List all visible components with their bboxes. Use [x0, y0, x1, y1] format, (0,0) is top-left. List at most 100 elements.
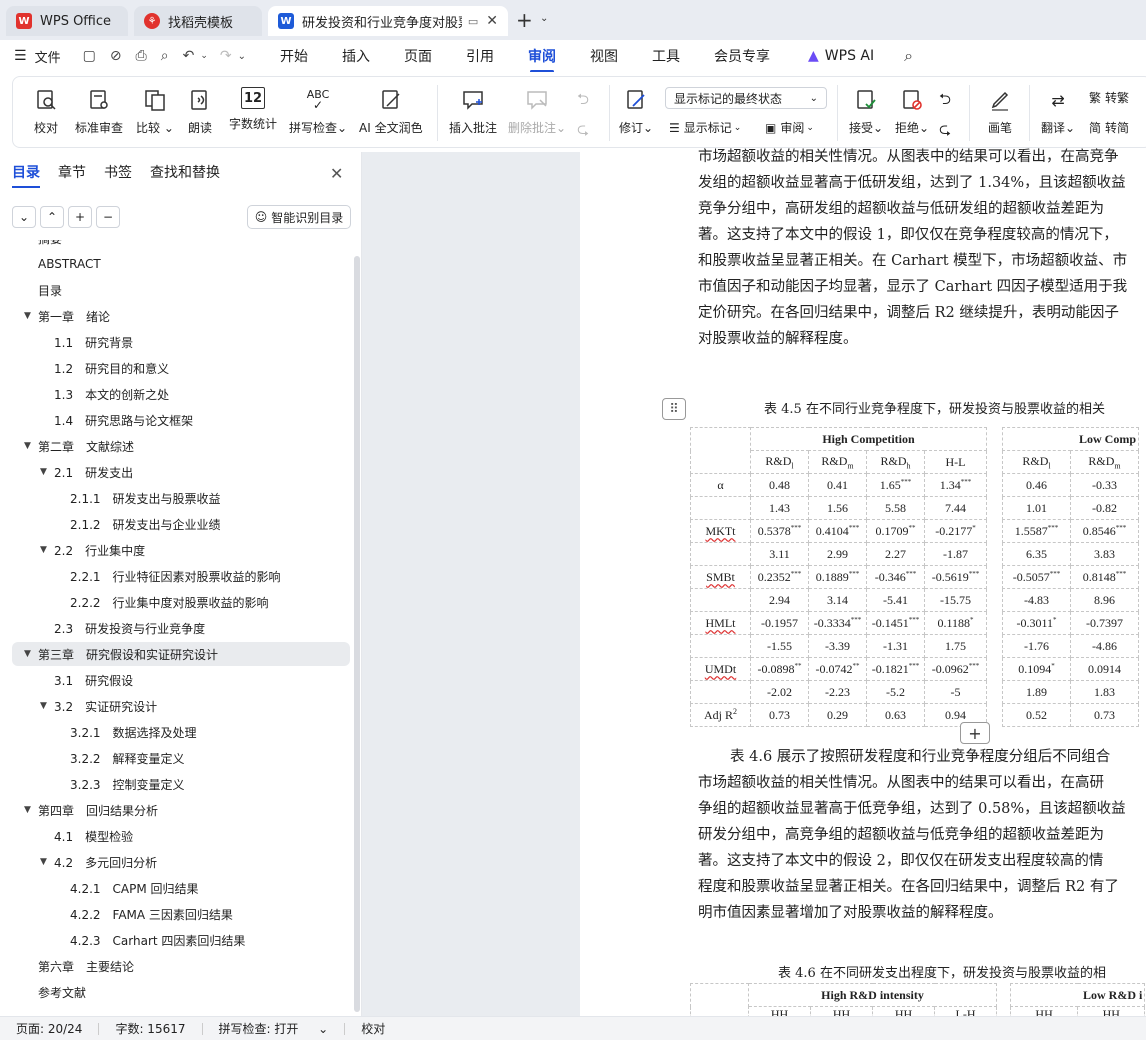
- outline-item[interactable]: 1.1 研究背景: [12, 330, 133, 354]
- tab-find-replace[interactable]: 查找和替换: [150, 162, 220, 182]
- expand-arrow-icon[interactable]: ▼: [24, 441, 38, 451]
- outline-item[interactable]: 3.1 研究假设: [12, 668, 133, 692]
- outline-item[interactable]: 4.2.3 Carhart 四因素回归结果: [12, 928, 245, 952]
- outline-item[interactable]: ▼ 3.2 实证研究设计: [12, 694, 157, 718]
- print-icon[interactable]: ⎙: [136, 48, 147, 64]
- tab-list-chevron-icon[interactable]: ⌄: [540, 13, 548, 24]
- next-change-icon[interactable]: ⮎: [939, 119, 951, 144]
- review-pane-button[interactable]: ▣ 审阅 ⌄: [765, 119, 814, 136]
- more-chevron-icon[interactable]: ⌄: [238, 51, 246, 62]
- show-markup-button[interactable]: ☰ 显示标记 ⌄: [669, 119, 741, 136]
- to-traditional-button[interactable]: 繁 转繁: [1089, 89, 1129, 106]
- outline-item[interactable]: 目录: [12, 278, 62, 302]
- accept-button[interactable]: 接受⌄: [849, 87, 883, 136]
- reject-button[interactable]: 拒绝⌄: [895, 87, 929, 136]
- outline-item[interactable]: ▼ 第一章 绪论: [12, 304, 110, 328]
- outline-item[interactable]: ▼ 4.2 多元回归分析: [12, 850, 157, 874]
- close-icon[interactable]: ✕: [330, 164, 343, 183]
- outline-item[interactable]: 2.2.1 行业特征因素对股票收益的影响: [12, 564, 281, 588]
- translate-button[interactable]: ⇄ 翻译⌄: [1041, 87, 1075, 136]
- proofread-button[interactable]: 校对: [33, 87, 59, 136]
- tab-toc[interactable]: 目录: [12, 162, 40, 188]
- print-preview-icon[interactable]: ⌕: [161, 48, 169, 64]
- read-aloud-button[interactable]: 朗读: [187, 87, 213, 136]
- expand-arrow-icon[interactable]: ▼: [24, 649, 38, 659]
- outline-item[interactable]: ▼ 2.2 行业集中度: [12, 538, 145, 562]
- tab-wps-office[interactable]: W WPS Office: [6, 6, 128, 36]
- outline-item[interactable]: ▼ 2.1 研发支出: [12, 460, 133, 484]
- outline-item[interactable]: 3.2.3 控制变量定义: [12, 772, 185, 796]
- expand-arrow-icon[interactable]: ▼: [24, 805, 38, 815]
- outline-scrollbar[interactable]: [354, 256, 360, 1012]
- outline-item[interactable]: 2.3 研发投资与行业竞争度: [12, 616, 205, 640]
- undo-chevron-icon[interactable]: ⌄: [200, 51, 208, 61]
- word-count-indicator[interactable]: 字数: 15617: [115, 1020, 185, 1037]
- outline-item[interactable]: 2.2.2 行业集中度对股票收益的影响: [12, 590, 269, 614]
- outline-item[interactable]: 2.1.1 研发支出与股票收益: [12, 486, 221, 510]
- to-simplified-button[interactable]: 简 转简: [1089, 119, 1129, 136]
- expand-arrow-icon[interactable]: ▼: [40, 701, 54, 711]
- outline-item[interactable]: ▼ 第二章 文献综述: [12, 434, 134, 458]
- outline-item[interactable]: 3.2.2 解释变量定义: [12, 746, 185, 770]
- proofread-indicator[interactable]: 校对: [361, 1020, 385, 1037]
- new-tab-icon[interactable]: +: [516, 8, 533, 32]
- expand-arrow-icon[interactable]: ▼: [40, 467, 54, 477]
- outline-item[interactable]: 第六章 主要结论: [12, 954, 134, 978]
- revise-button[interactable]: 修订⌄: [619, 87, 653, 136]
- menu-view[interactable]: 视图: [590, 46, 618, 66]
- monitor-icon[interactable]: ▭: [468, 15, 478, 28]
- menu-review[interactable]: 审阅: [528, 46, 556, 73]
- menu-page[interactable]: 页面: [404, 46, 432, 66]
- table-add-row-icon[interactable]: +: [960, 722, 990, 744]
- menu-reference[interactable]: 引用: [466, 46, 494, 66]
- word-count-button[interactable]: 12 字数统计: [229, 87, 277, 132]
- outline-item[interactable]: 1.4 研究思路与论文框架: [12, 408, 193, 432]
- undo-icon[interactable]: ↶: [183, 48, 195, 64]
- remove-icon[interactable]: −: [96, 206, 120, 228]
- tab-bookmark[interactable]: 书签: [104, 162, 132, 182]
- wps-ai-button[interactable]: ▲ WPS AI: [808, 48, 874, 64]
- pen-button[interactable]: 画笔: [987, 87, 1013, 136]
- tab-chapter[interactable]: 章节: [58, 162, 86, 182]
- menu-start[interactable]: 开始: [280, 46, 308, 66]
- outline-item[interactable]: 2.1.2 研发支出与企业业绩: [12, 512, 221, 536]
- markup-state-select[interactable]: 显示标记的最终状态 ⌄: [665, 87, 827, 109]
- file-menu[interactable]: 文件: [35, 47, 61, 66]
- outline-item[interactable]: 参考文献: [12, 980, 86, 1004]
- outline-item[interactable]: ▼ 第三章 研究假设和实证研究设计: [12, 642, 350, 666]
- add-icon[interactable]: +: [68, 206, 92, 228]
- tab-document[interactable]: W 研发投资和行业竞争度对股票 ▭ ✕: [268, 6, 508, 36]
- outline-item[interactable]: 1.2 研究目的和意义: [12, 356, 169, 380]
- ai-polish-button[interactable]: AI 全文润色: [359, 87, 423, 136]
- close-tab-icon[interactable]: ✕: [486, 13, 498, 29]
- outline-item[interactable]: 3.2.1 数据选择及处理: [12, 720, 197, 744]
- link-icon[interactable]: ⊘: [110, 48, 122, 64]
- insert-comment-button[interactable]: 插入批注: [449, 87, 497, 136]
- menu-insert[interactable]: 插入: [342, 46, 370, 66]
- hamburger-icon[interactable]: ☰: [14, 48, 27, 64]
- outline-item[interactable]: ▼ 第四章 回归结果分析: [12, 798, 158, 822]
- smart-toc-button[interactable]: ☺ 智能识别目录: [247, 205, 351, 229]
- expand-arrow-icon[interactable]: ▼: [40, 545, 54, 555]
- prev-change-icon[interactable]: ⮌: [939, 89, 951, 114]
- table-move-handle-icon[interactable]: ⠿: [662, 398, 686, 420]
- search-icon[interactable]: ⌕: [904, 46, 913, 66]
- outline-item[interactable]: 摘要: [12, 240, 62, 250]
- expand-chevron-icon[interactable]: ⌃: [40, 206, 64, 228]
- tab-template[interactable]: ⚘ 找稻壳模板: [134, 6, 262, 36]
- menu-tools[interactable]: 工具: [652, 46, 680, 66]
- expand-arrow-icon[interactable]: ▼: [40, 857, 54, 867]
- spell-check-button[interactable]: ABC ✓ 拼写检查⌄: [289, 87, 347, 136]
- page-indicator[interactable]: 页面: 20/24: [16, 1020, 82, 1037]
- menu-member[interactable]: 会员专享: [714, 46, 770, 66]
- outline-item[interactable]: 1.3 本文的创新之处: [12, 382, 169, 406]
- expand-arrow-icon[interactable]: ▼: [24, 311, 38, 321]
- outline-item[interactable]: 4.1 模型检验: [12, 824, 133, 848]
- std-review-button[interactable]: 标准审查: [75, 87, 123, 136]
- outline-item[interactable]: 4.2.2 FAMA 三因素回归结果: [12, 902, 233, 926]
- outline-item[interactable]: ABSTRACT: [12, 252, 101, 276]
- outline-item[interactable]: 4.2.1 CAPM 回归结果: [12, 876, 199, 900]
- collapse-chevron-icon[interactable]: ⌄: [12, 206, 36, 228]
- compare-button[interactable]: 比较 ⌄: [136, 87, 174, 136]
- save-icon[interactable]: ▢: [83, 48, 96, 64]
